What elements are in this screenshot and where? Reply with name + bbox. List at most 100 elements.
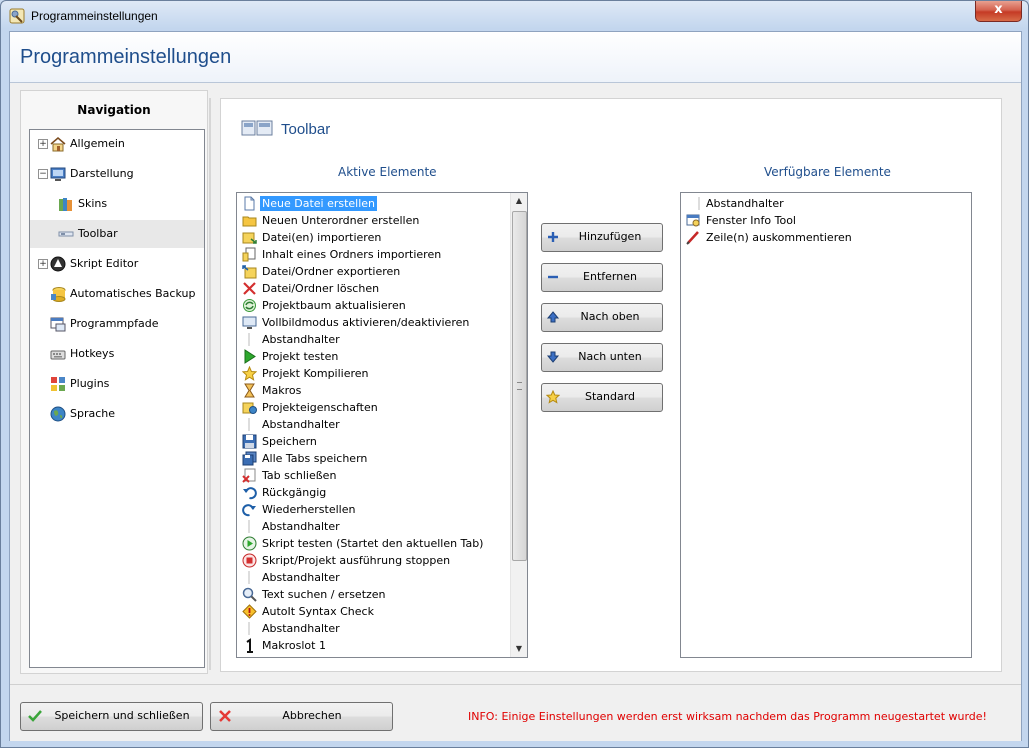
backup-icon <box>51 287 66 302</box>
title-bar[interactable]: Programmeinstellungen x <box>1 1 1028 31</box>
list-item-label: Projekt Kompilieren <box>262 367 369 380</box>
paths-icon <box>50 317 66 332</box>
star-icon <box>546 390 560 404</box>
spacer-icon <box>248 418 250 431</box>
scroll-up-arrow-icon[interactable]: ▲ <box>511 193 527 209</box>
scroll-down-arrow-icon[interactable]: ▼ <box>511 641 527 657</box>
window-info-icon <box>686 214 700 227</box>
close-window-button[interactable]: x <box>975 1 1022 22</box>
toolbar-settings-panel: Toolbar Aktive Elemente Verfügbare Eleme… <box>220 98 1002 672</box>
settings-app-icon <box>9 8 25 24</box>
button-label: Nach unten <box>578 350 642 363</box>
list-item-label: Abstandhalter <box>262 571 340 584</box>
list-item-label: Wiederherstellen <box>262 503 356 516</box>
dialog-footer: Speichern und schließen Abbrechen INFO: … <box>10 684 1021 741</box>
export-icon <box>242 265 257 279</box>
available-elements-title: Verfügbare Elemente <box>764 165 891 179</box>
list-item-label: Abstandhalter <box>262 622 340 635</box>
plus-icon <box>548 232 558 242</box>
toolbar-section-icon <box>241 120 273 136</box>
nav-item-skins[interactable]: Skins <box>30 190 204 218</box>
list-item-label: Rückgängig <box>262 486 327 499</box>
tree-expand-toggle[interactable]: + <box>38 259 48 269</box>
properties-icon <box>242 402 257 414</box>
settings-window: Programmeinstellungen x Programmeinstell… <box>0 0 1029 748</box>
active-elements-list[interactable]: Neue Datei erstellen Neuen Unterordner e… <box>236 192 528 658</box>
list-item-label: Abstandhalter <box>262 418 340 431</box>
dialog-header: Programmeinstellungen <box>10 32 1021 83</box>
nav-item-skript-editor[interactable]: + Skript Editor <box>30 250 204 278</box>
nav-item-programmpfade[interactable]: Programmpfade <box>30 310 204 338</box>
run-script-icon <box>242 536 257 551</box>
list-item-label: Zeile(n) auskommentieren <box>706 231 852 244</box>
nav-item-label: Skript Editor <box>70 257 139 270</box>
add-element-button[interactable]: Hinzufügen <box>541 223 663 252</box>
save-and-close-button[interactable]: Speichern und schließen <box>20 702 203 731</box>
macro-slot-1-icon <box>246 638 253 653</box>
spacer-icon <box>248 520 250 533</box>
restore-default-button[interactable]: Standard <box>541 383 663 412</box>
navigation-tree[interactable]: + Allgemein − Darstellung Skins Toolbar … <box>29 129 205 668</box>
monitor-icon <box>50 167 66 181</box>
home-icon <box>50 137 66 152</box>
button-label: Abbrechen <box>282 709 342 722</box>
list-item-label: Makros <box>262 384 302 397</box>
list-item-label: Makroslot 1 <box>262 639 326 652</box>
nav-item-darstellung[interactable]: − Darstellung <box>30 160 204 188</box>
nav-item-label: Sprache <box>70 407 116 420</box>
plugins-icon <box>51 377 65 391</box>
list-item-label: Datei(en) importieren <box>262 231 382 244</box>
list-item-label: Projekteigenschaften <box>262 401 378 414</box>
folder-icon <box>242 216 257 227</box>
nav-item-label: Hotkeys <box>70 347 115 360</box>
save-all-icon <box>242 451 257 466</box>
checkmark-icon <box>28 710 42 722</box>
new-file-icon <box>244 196 255 211</box>
cancel-button[interactable]: Abbrechen <box>210 702 393 731</box>
syntax-check-icon <box>242 604 257 619</box>
nav-item-automatisches-backup[interactable]: Automatisches Backup <box>30 280 204 308</box>
nav-item-label: Allgemein <box>70 137 125 150</box>
list-item-label: Projekt testen <box>262 350 339 363</box>
panel-divider[interactable] <box>209 98 211 670</box>
active-list-scrollbar[interactable]: ▲ ▼ <box>510 193 527 657</box>
button-label: Standard <box>584 390 636 403</box>
nav-item-sprache[interactable]: Sprache <box>30 400 204 428</box>
import-file-icon <box>242 232 257 244</box>
list-item-label: Abstandhalter <box>706 197 784 210</box>
import-folder-icon <box>242 247 256 262</box>
nav-item-allgemein[interactable]: + Allgemein <box>30 130 204 158</box>
list-item-label: Tab schließen <box>262 469 337 482</box>
nav-item-label: Automatisches Backup <box>70 287 196 300</box>
undo-icon <box>243 487 257 500</box>
delete-icon <box>243 282 256 295</box>
move-down-button[interactable]: Nach unten <box>541 343 663 372</box>
button-label: Nach oben <box>580 310 640 323</box>
list-item-label: Inhalt eines Ordners importieren <box>262 248 442 261</box>
list-item-label: Fenster Info Tool <box>706 214 796 227</box>
spacer-icon <box>248 571 250 584</box>
remove-element-button[interactable]: Entfernen <box>541 263 663 292</box>
refresh-icon <box>243 299 256 312</box>
list-item-label: Datei/Ordner löschen <box>262 282 380 295</box>
scrollbar-thumb[interactable] <box>512 211 527 561</box>
nav-item-plugins[interactable]: Plugins <box>30 370 204 398</box>
redo-icon <box>242 504 256 517</box>
search-icon <box>242 587 257 602</box>
tree-collapse-toggle[interactable]: − <box>38 169 48 179</box>
cancel-icon <box>219 710 231 722</box>
nav-item-toolbar[interactable]: Toolbar <box>30 220 204 248</box>
nav-item-label: Toolbar <box>78 227 118 240</box>
active-elements-title: Aktive Elemente <box>338 165 437 179</box>
button-label: Speichern und schließen <box>54 709 190 722</box>
nav-item-label: Darstellung <box>70 167 134 180</box>
nav-item-label: Programmpfade <box>70 317 159 330</box>
dialog-client: Programmeinstellungen Navigation + Allge… <box>9 31 1022 741</box>
nav-item-hotkeys[interactable]: Hotkeys <box>30 340 204 368</box>
scrollbar-grip <box>517 382 522 390</box>
save-icon <box>242 434 257 449</box>
available-elements-list[interactable]: Abstandhalter Fenster Info Tool Zeile(n)… <box>680 192 972 658</box>
move-up-button[interactable]: Nach oben <box>541 303 663 332</box>
tree-expand-toggle[interactable]: + <box>38 139 48 149</box>
list-item-label: Abstandhalter <box>262 333 340 346</box>
